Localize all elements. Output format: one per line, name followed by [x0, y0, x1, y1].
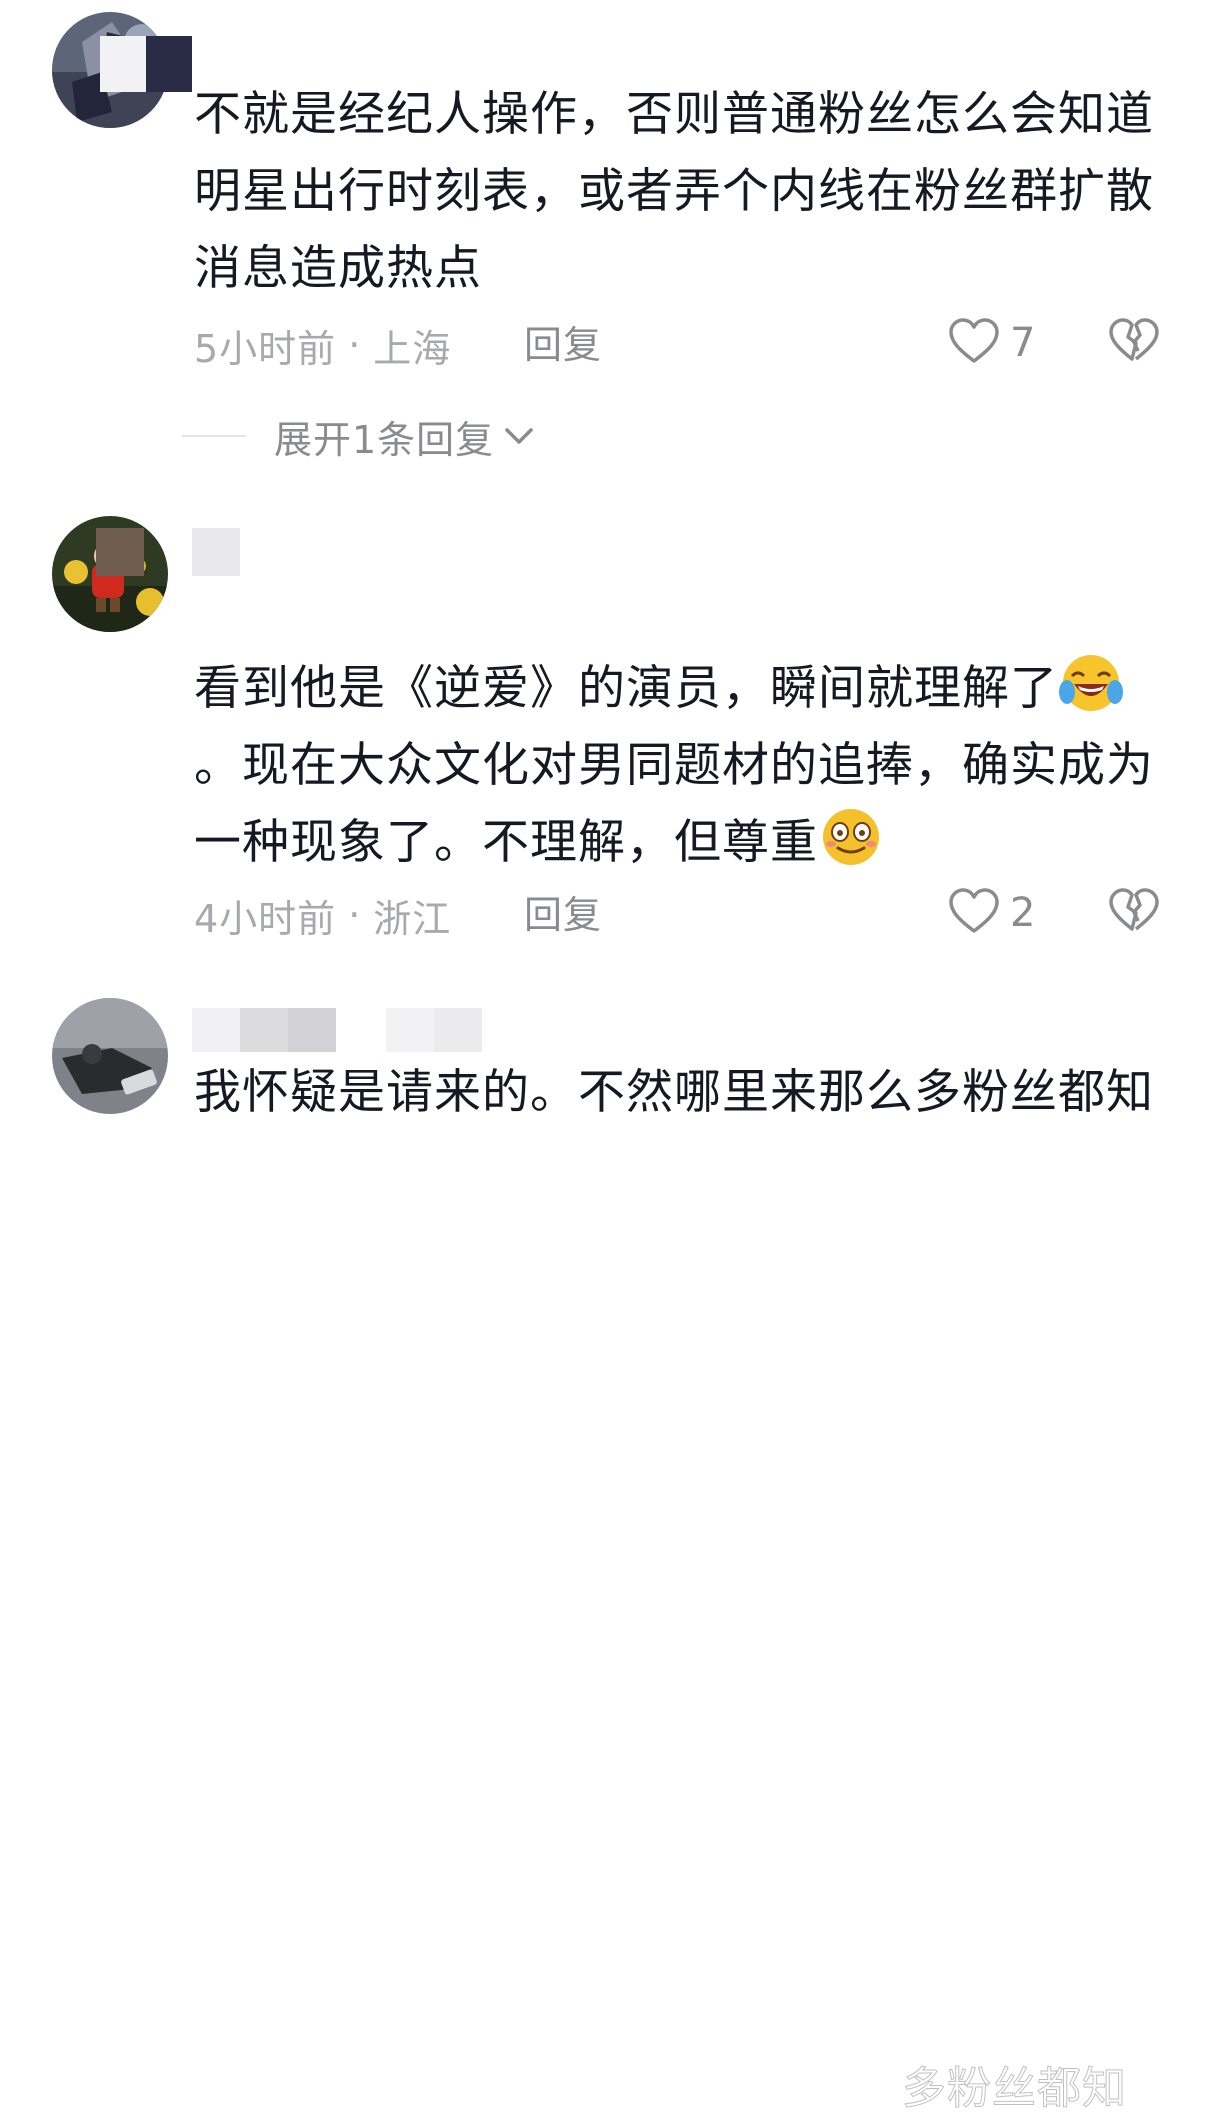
reply-button[interactable]: 回复 [524, 890, 602, 940]
username-mosaic [192, 1008, 482, 1052]
comment-text: 不就是经纪人操作，否则普通粉丝怎么会知道明星出行时刻表，或者弄个内线在粉丝群扩散… [194, 87, 1154, 296]
like-count: 2 [1010, 890, 1036, 936]
chevron-down-icon [502, 424, 536, 448]
reply-button[interactable]: 回复 [524, 320, 602, 370]
comment-item: 我怀疑是请来的。不然哪里来那么多粉丝都知 多粉丝都知 [0, 990, 1224, 2115]
heart-outline-icon [948, 317, 1000, 369]
username-mosaic [100, 36, 192, 92]
comment-location: 上海 [373, 326, 452, 371]
comment-time: 5小时前 [194, 326, 337, 371]
divider [182, 435, 246, 437]
avatar[interactable] [52, 998, 168, 1114]
comment-meta: 4小时前 · 浙江 [194, 890, 452, 941]
broken-heart-outline-icon [1108, 887, 1160, 939]
comment-text-part: 。现在大众文化对男同题材的追捧，确实成为一种现象了。不理解，但尊重 [194, 738, 1154, 870]
comment-text: 我怀疑是请来的。不然哪里来那么多粉丝都知 [194, 1065, 1154, 1120]
like-button[interactable]: 7 [948, 318, 1035, 368]
watermark-text: 多粉丝都知 [902, 2063, 1127, 2115]
expand-replies-button[interactable]: 展开1条回复 [182, 410, 536, 462]
dislike-button[interactable] [1108, 318, 1160, 368]
like-button[interactable]: 2 [948, 888, 1035, 938]
comment-text: 看到他是《逆爱》的演员，瞬间就理解了 。现在大众文化对男同题材的追捧，确实成为一… [194, 650, 1169, 881]
comment-time: 4小时前 [194, 896, 337, 941]
meta-separator: · [348, 323, 362, 367]
broken-heart-outline-icon [1108, 317, 1160, 369]
laughing-tears-emoji-icon [1058, 652, 1124, 714]
username-mosaic [96, 528, 240, 576]
meta-separator: · [348, 893, 362, 937]
comment-location: 浙江 [373, 896, 452, 941]
heart-outline-icon [948, 887, 1000, 939]
dislike-button[interactable] [1108, 888, 1160, 938]
comment-meta: 5小时前 · 上海 [194, 320, 452, 371]
comment-text-part: 看到他是《逆爱》的演员，瞬间就理解了 [194, 661, 1058, 716]
expand-replies-label: 展开1条回复 [274, 417, 495, 462]
comment-item: 不就是经纪人操作，否则普通粉丝怎么会知道明星出行时刻表，或者弄个内线在粉丝群扩散… [0, 0, 1224, 470]
smile-emoji-icon [818, 806, 884, 868]
comment-item: 看到他是《逆爱》的演员，瞬间就理解了 。现在大众文化对男同题材的追捧，确实成为一… [0, 500, 1224, 980]
like-count: 7 [1010, 320, 1036, 366]
